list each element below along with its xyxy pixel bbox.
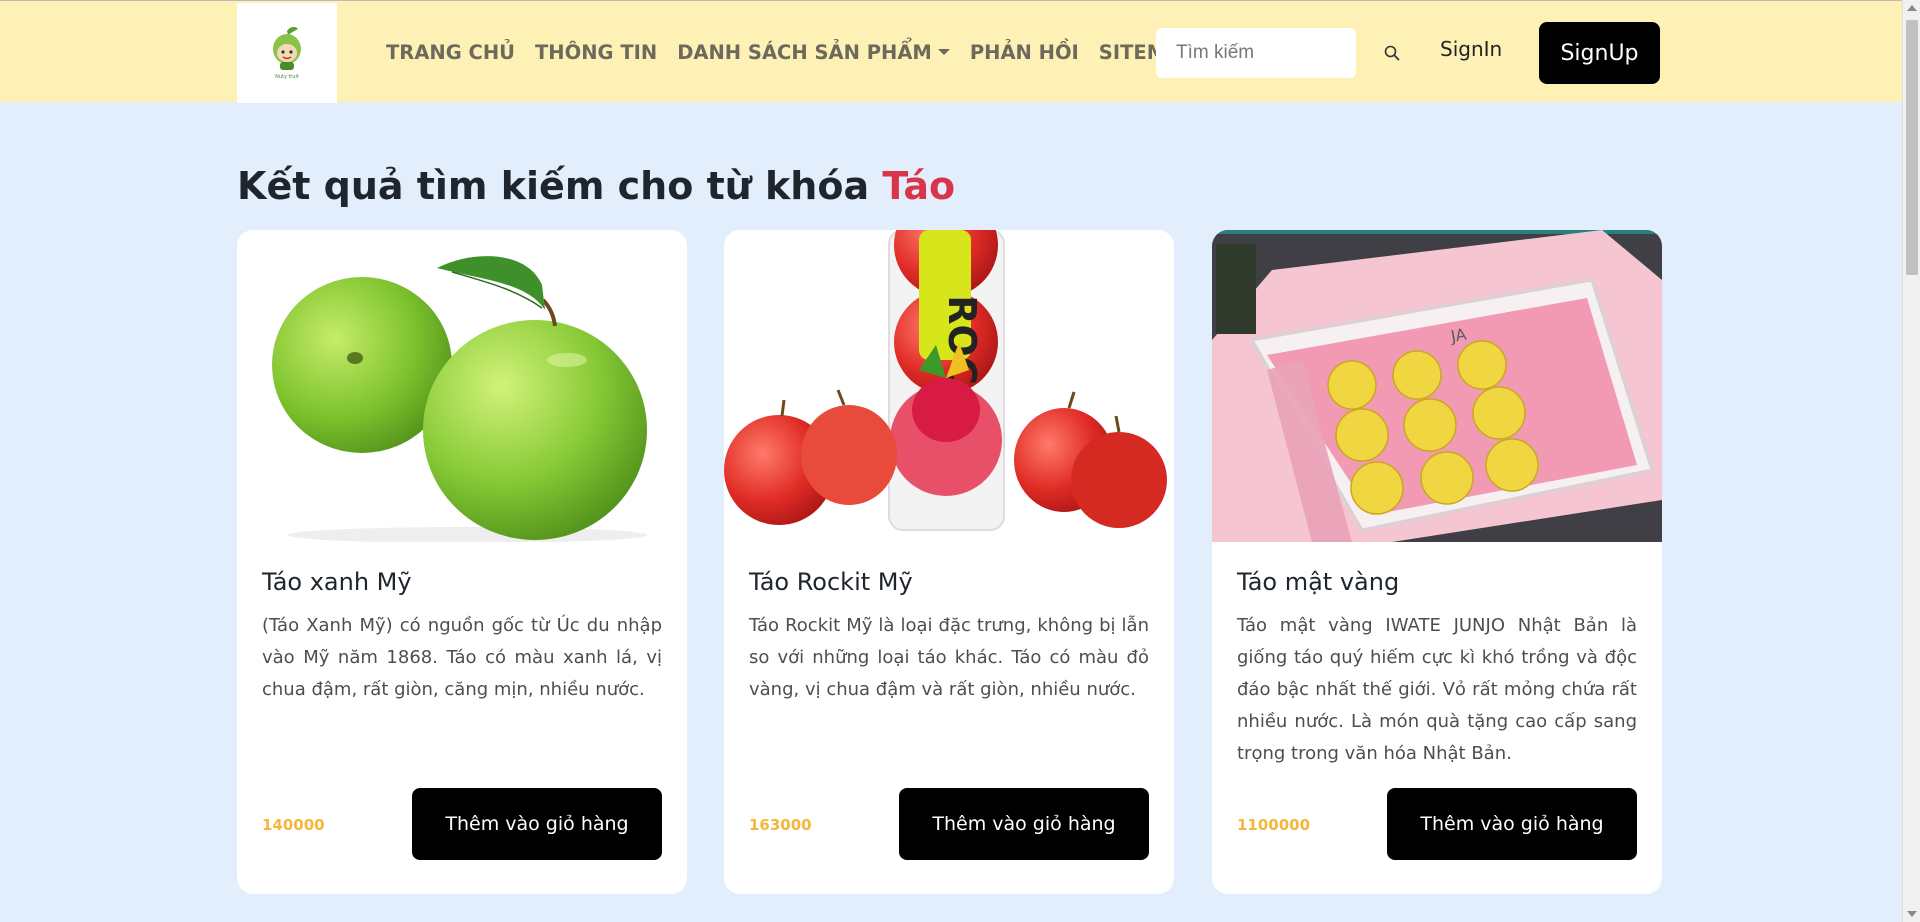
signin-link[interactable]: SignIn: [1440, 37, 1502, 61]
product-price: 140000: [262, 816, 325, 834]
vertical-scrollbar[interactable]: [1902, 0, 1920, 922]
nav-about[interactable]: THÔNG TIN: [535, 41, 657, 64]
product-name[interactable]: Táo xanh Mỹ: [262, 568, 412, 596]
product-image-green-apple[interactable]: [237, 230, 687, 542]
product-name[interactable]: Táo Rockit Mỹ: [749, 568, 913, 596]
nav-feedback-label: PHẢN HỒI: [969, 40, 1079, 64]
product-description: Táo mật vàng IWATE JUNJO Nhật Bản là giố…: [1237, 615, 1637, 764]
product-image-golden-apple[interactable]: JA: [1212, 230, 1662, 542]
search-button[interactable]: [1378, 39, 1406, 67]
product-card: ROC Táo Rockit Mỹ Táo Rockit Mỹ là loại …: [724, 230, 1174, 894]
product-price: 163000: [749, 816, 812, 834]
add-to-cart-button[interactable]: Thêm vào giỏ hàng: [899, 788, 1149, 860]
product-image-rockit-apple[interactable]: ROC: [724, 230, 1174, 542]
nav-feedback[interactable]: PHẢN HỒI: [970, 41, 1079, 64]
rockit-apple-image: ROC: [724, 230, 1174, 542]
add-to-cart-button[interactable]: Thêm vào giỏ hàng: [412, 788, 662, 860]
add-to-cart-button[interactable]: Thêm vào giỏ hàng: [1387, 788, 1637, 860]
signup-button[interactable]: SignUp: [1539, 22, 1660, 84]
top-navbar: Nuty fruit TRANG CHỦ THÔNG TIN DANH SÁCH…: [0, 0, 1902, 103]
caret-down-icon: [937, 49, 950, 55]
product-description: (Táo Xanh Mỹ) có nguồn gốc từ Úc du nhập…: [262, 615, 662, 700]
svg-text:JA: JA: [1448, 325, 1467, 347]
product-card: Táo xanh Mỹ (Táo Xanh Mỹ) có nguồn gốc t…: [237, 230, 687, 894]
product-card: JA Táo mật vàng Táo mật vàng IWATE JUNJO…: [1212, 230, 1662, 894]
search-keyword: Táo: [882, 164, 956, 208]
nav-home[interactable]: TRANG CHỦ: [386, 41, 515, 64]
nav-home-label: TRANG CHỦ: [386, 40, 515, 64]
product-price: 1100000: [1237, 816, 1311, 834]
nav-products-label: DANH SÁCH SẢN PHẨM: [677, 40, 932, 64]
title-text: Kết quả tìm kiếm cho từ khóa: [237, 164, 870, 208]
scroll-down-arrow-icon[interactable]: [1907, 911, 1917, 917]
green-apple-image: [237, 230, 687, 542]
nav-products-dropdown[interactable]: DANH SÁCH SẢN PHẨM: [677, 41, 950, 64]
fruit-shop-logo-icon: Nuty fruit: [273, 27, 301, 80]
search-input[interactable]: [1156, 28, 1356, 78]
nav-about-label: THÔNG TIN: [535, 40, 658, 64]
svg-text:Nuty fruit: Nuty fruit: [275, 74, 299, 80]
search-icon: [1384, 45, 1400, 61]
scrollbar-thumb[interactable]: [1906, 20, 1918, 275]
logo[interactable]: Nuty fruit: [237, 3, 337, 103]
product-description: Táo Rockit Mỹ là loại đặc trưng, không b…: [749, 615, 1149, 700]
page-title: Kết quả tìm kiếm cho từ khóa Táo: [237, 164, 955, 208]
golden-apple-gift-box-image: JA: [1212, 230, 1662, 542]
main-nav: TRANG CHỦ THÔNG TIN DANH SÁCH SẢN PHẨM P…: [386, 1, 1196, 103]
scroll-up-arrow-icon[interactable]: [1907, 5, 1917, 11]
product-name[interactable]: Táo mật vàng: [1237, 568, 1399, 596]
